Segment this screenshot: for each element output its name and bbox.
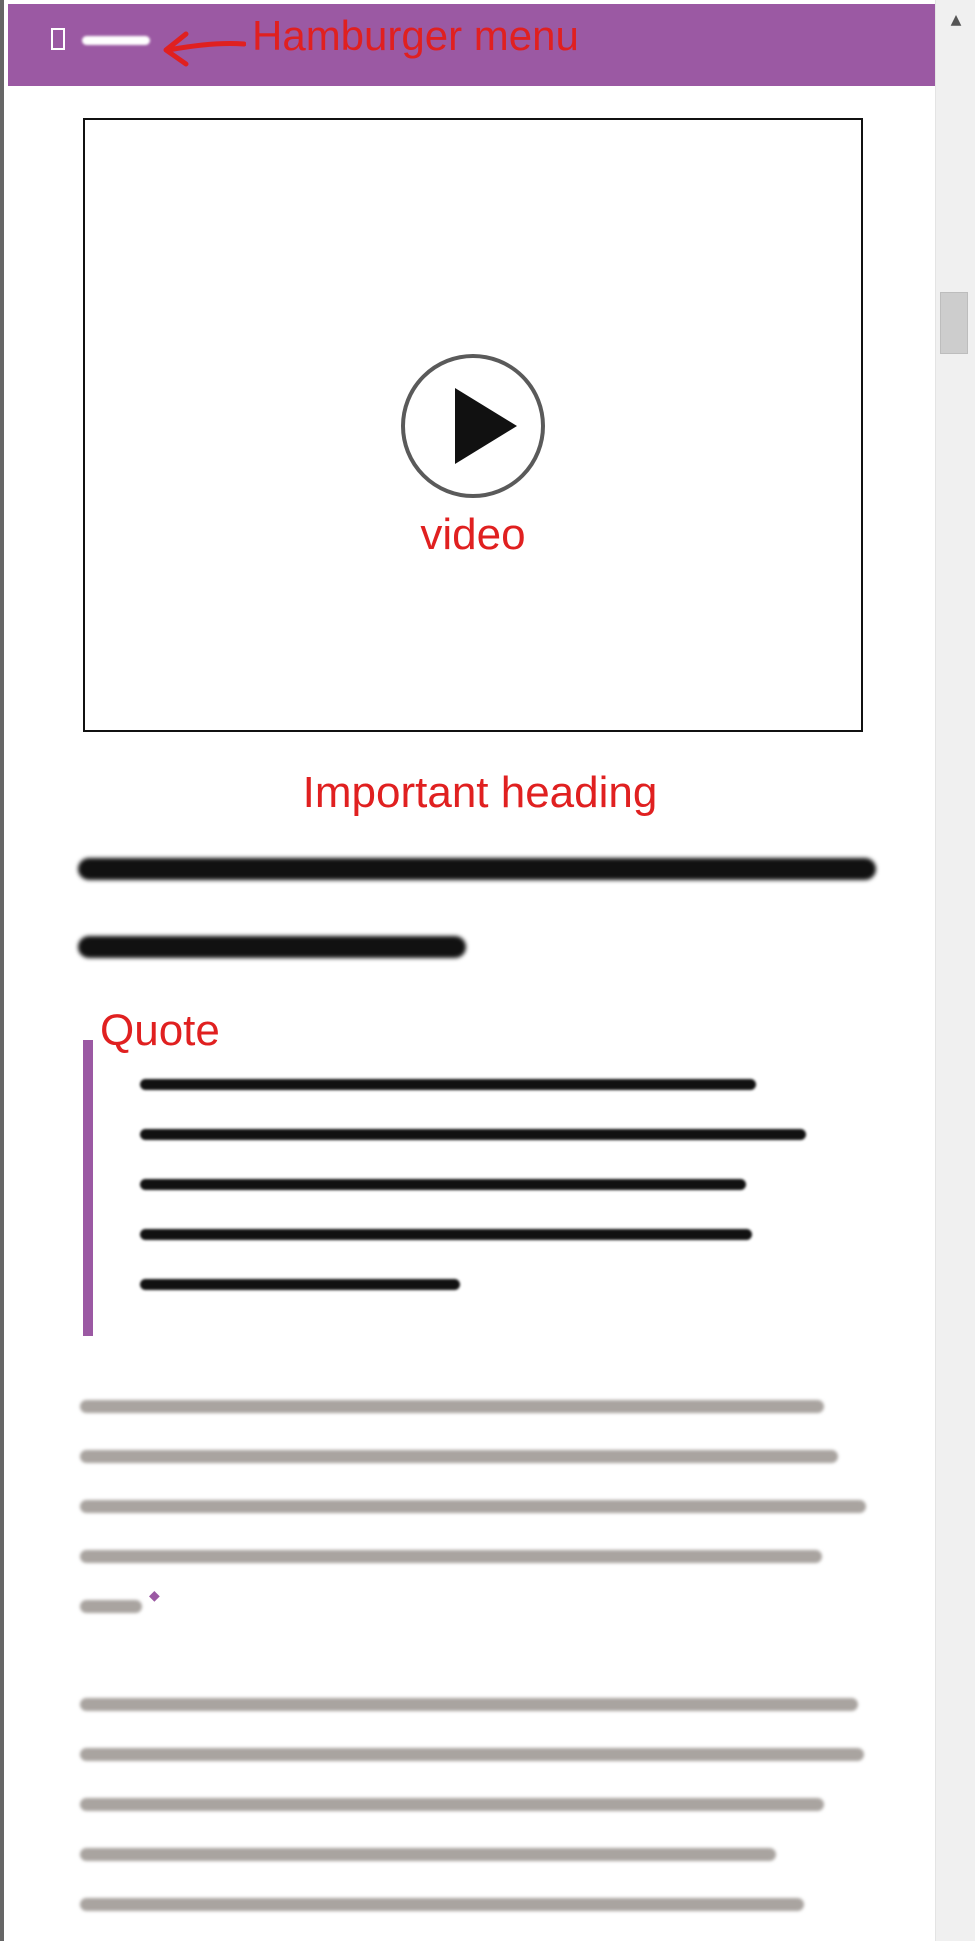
annotation-video: video: [420, 510, 526, 559]
vertical-scrollbar[interactable]: ▲: [935, 0, 975, 1941]
annotation-quote: Quote: [100, 1006, 220, 1055]
menu-label-redacted[interactable]: [82, 36, 150, 45]
heading-line: [78, 858, 876, 880]
paragraph-line: [80, 1550, 822, 1563]
quote-line: [140, 1129, 806, 1140]
blockquote-bar: [83, 1040, 93, 1336]
paragraph-line: [80, 1400, 824, 1413]
annotation-hamburger-menu: Hamburger menu: [252, 12, 579, 59]
quote-line: [140, 1279, 460, 1290]
heading-line: [78, 936, 466, 958]
quote-line: [140, 1079, 756, 1090]
paragraph-line: [80, 1500, 866, 1513]
paragraph-line: [80, 1848, 776, 1861]
paragraph-line: [80, 1450, 838, 1463]
play-icon[interactable]: [401, 354, 545, 498]
annotation-arrow-icon: [163, 31, 246, 67]
annotation-important-heading: Important heading: [302, 768, 658, 817]
paragraph-line: [80, 1748, 864, 1761]
scroll-up-arrow-icon[interactable]: ▲: [936, 0, 975, 40]
quote-line: [140, 1229, 752, 1240]
paragraph-line: [80, 1898, 804, 1911]
top-nav-bar: Hamburger menu: [8, 4, 939, 86]
paragraph-line: [80, 1698, 858, 1711]
app-window: Hamburger menu video Important heading Q…: [0, 0, 975, 1941]
quote-line: [140, 1179, 746, 1190]
menu-icon[interactable]: [51, 28, 65, 50]
scroll-thumb[interactable]: [940, 292, 968, 354]
paragraph-line: [80, 1600, 142, 1613]
video-player[interactable]: video: [83, 118, 863, 732]
paragraph-line: [80, 1798, 824, 1811]
footnote-marker-icon[interactable]: ◆: [149, 1588, 160, 1604]
